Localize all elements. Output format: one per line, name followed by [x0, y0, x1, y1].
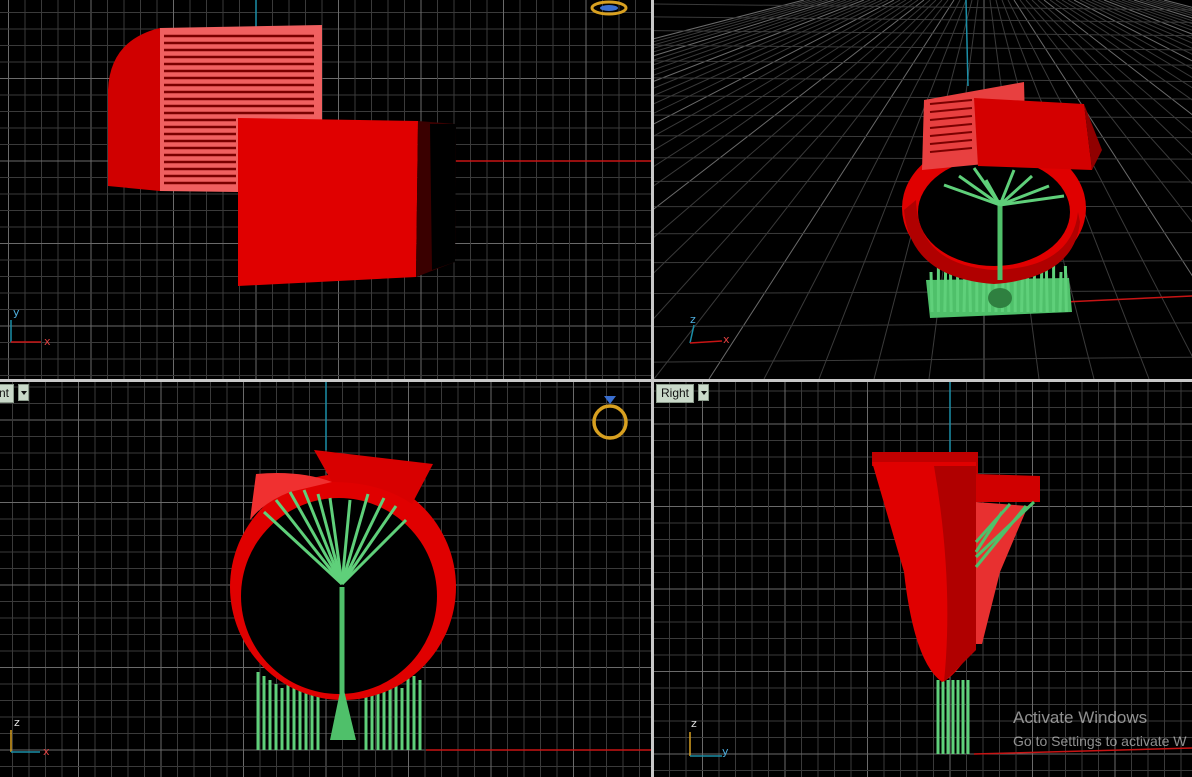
top-view-canvas [0, 0, 651, 379]
z-axis-line [965, 0, 969, 87]
viewport-divider-horizontal[interactable] [0, 379, 1192, 382]
activate-windows-subtitle: Go to Settings to activate W [1013, 733, 1187, 749]
support-pins [936, 680, 970, 754]
axis-tripod [10, 320, 41, 343]
axis-label-z: z [14, 716, 20, 729]
axis-label-x: x [44, 335, 51, 348]
axis-tripod [689, 324, 723, 344]
axis-label-x: x [43, 745, 50, 758]
viewport-label-front[interactable]: nt [0, 384, 15, 403]
axis-label-z: z [690, 313, 696, 326]
viewport-front[interactable]: nt z x [0, 382, 651, 777]
front-view-canvas [0, 382, 651, 777]
axis-label-y: y [13, 306, 20, 319]
x-axis-line [1063, 295, 1192, 303]
chevron-down-icon[interactable] [18, 384, 29, 401]
activate-windows-title: Activate Windows [1013, 708, 1148, 727]
axis-label-y: y [722, 745, 729, 758]
viewport-label-right[interactable]: Right [656, 384, 695, 403]
viewport-perspective[interactable]: z x [654, 0, 1192, 379]
chevron-down-icon[interactable] [698, 384, 709, 401]
viewport-divider-vertical[interactable] [651, 0, 654, 777]
perspective-view-canvas [654, 0, 1192, 379]
axis-label-z: z [691, 717, 697, 730]
axis-tripod [689, 732, 722, 757]
viewport-top[interactable]: y x [0, 0, 651, 379]
ring-gizmo-icon[interactable] [592, 396, 628, 440]
axis-label-x: x [723, 333, 730, 346]
ring-right [872, 452, 1040, 682]
ring-top-block-face [238, 118, 456, 286]
